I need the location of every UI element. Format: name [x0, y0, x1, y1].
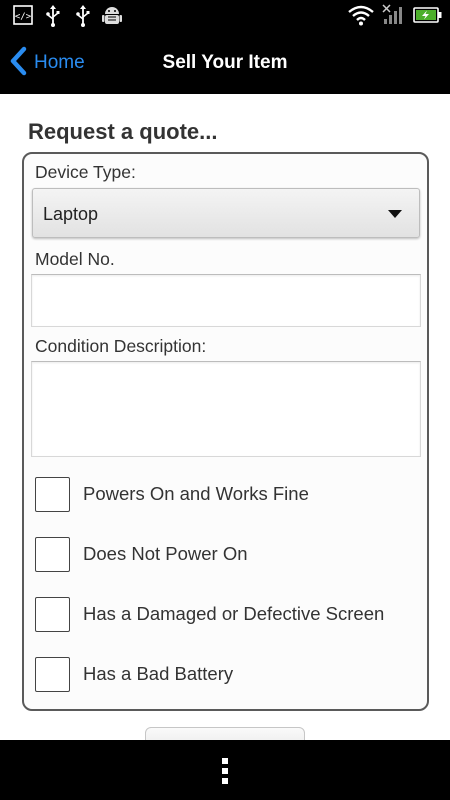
- model-label: Model No.: [35, 249, 115, 269]
- checkbox-row-no-power[interactable]: Does Not Power On: [35, 536, 248, 572]
- form-heading: Request a quote...: [28, 119, 218, 144]
- page-title: Sell Your Item: [162, 52, 288, 73]
- checkbox-label: Powers On and Works Fine: [83, 483, 309, 504]
- android-debug-icon: [101, 5, 123, 31]
- debug-icon: </>: [13, 5, 33, 29]
- checkbox[interactable]: [35, 476, 70, 512]
- device-type-select[interactable]: Laptop: [32, 188, 420, 238]
- checkbox-label: Does Not Power On: [83, 543, 248, 564]
- dropdown-arrow-icon: [388, 210, 402, 218]
- status-bar: </>: [0, 0, 450, 32]
- checkbox-row-damaged-screen[interactable]: Has a Damaged or Defective Screen: [35, 596, 384, 632]
- model-input[interactable]: [31, 274, 421, 327]
- wifi-icon: [348, 4, 374, 30]
- usb-icon: [75, 5, 91, 31]
- condition-textarea[interactable]: [31, 361, 421, 457]
- checkbox[interactable]: [35, 536, 70, 572]
- overflow-menu-icon[interactable]: [221, 758, 229, 784]
- checkbox-label: Has a Damaged or Defective Screen: [83, 603, 385, 624]
- device-type-label: Device Type:: [35, 162, 136, 182]
- battery-charging-icon: [413, 4, 443, 30]
- svg-text:</>: </>: [15, 12, 32, 22]
- system-bottom-bar: [0, 740, 450, 800]
- checkbox[interactable]: [35, 656, 70, 692]
- checkbox[interactable]: [35, 596, 70, 632]
- main-content: Request a quote... Device Type: Laptop M…: [0, 94, 450, 740]
- usb-icon: [45, 5, 61, 31]
- condition-label: Condition Description:: [35, 336, 207, 356]
- device-type-value: Laptop: [43, 204, 99, 224]
- signal-icon: [382, 4, 406, 30]
- submit-button[interactable]: [145, 727, 305, 740]
- checkbox-row-powers-on[interactable]: Powers On and Works Fine: [35, 476, 309, 512]
- checkbox-row-bad-battery[interactable]: Has a Bad Battery: [35, 656, 233, 692]
- quote-form: Device Type: Laptop Model No. Condition …: [22, 152, 429, 711]
- checkbox-label: Has a Bad Battery: [83, 663, 234, 684]
- nav-bar: Home Sell Your Item: [0, 32, 450, 94]
